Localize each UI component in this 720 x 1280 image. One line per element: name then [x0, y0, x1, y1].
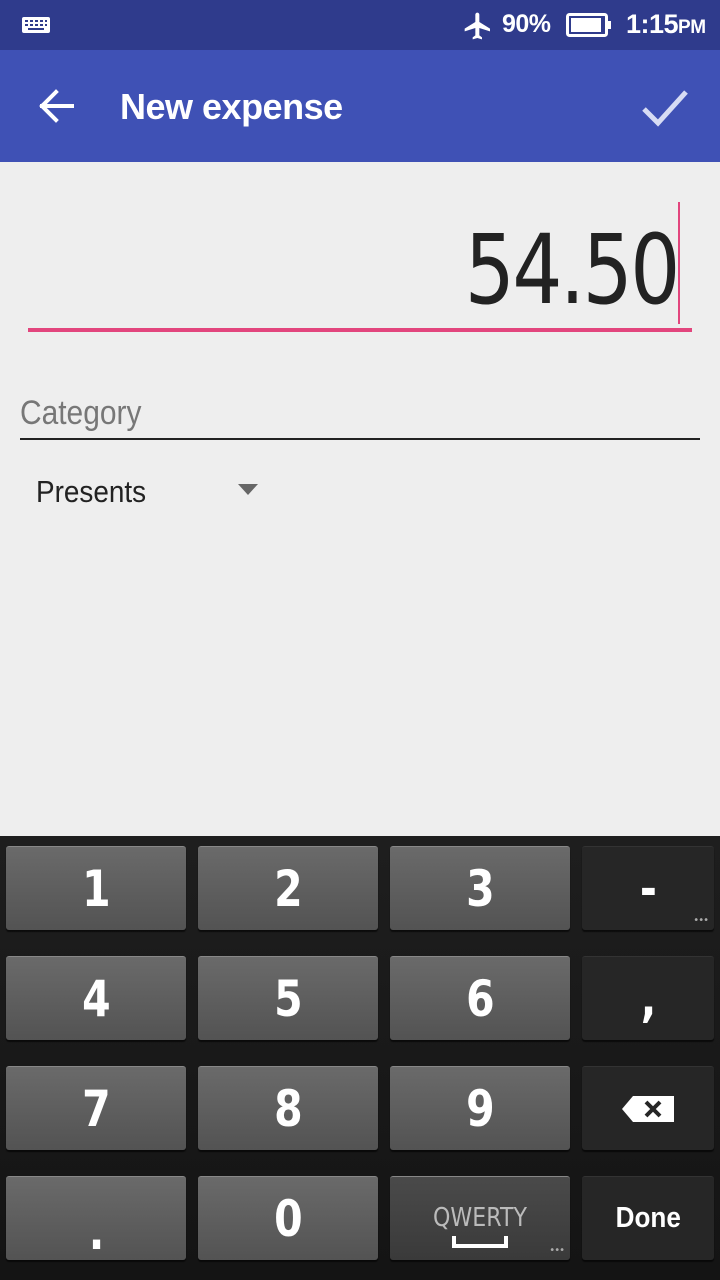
airplane-mode-icon — [464, 12, 490, 40]
key-6[interactable]: 6 — [390, 956, 570, 1040]
key-4[interactable]: 4 — [6, 956, 186, 1040]
key-0[interactable]: 0 — [198, 1176, 378, 1260]
key-9[interactable]: 9 — [390, 1066, 570, 1150]
numeric-keyboard: 1 2 3 - ••• 4 5 6 , 7 8 9 . 0 QWERTY •••… — [0, 836, 720, 1280]
key-dot[interactable]: . — [6, 1176, 186, 1261]
caret-down-icon — [238, 484, 258, 495]
qwerty-label: QWERTY — [433, 1203, 527, 1233]
key-qwerty-switch[interactable]: QWERTY ••• — [390, 1176, 570, 1260]
category-selected-value: Presents — [36, 474, 147, 509]
category-divider — [20, 438, 700, 440]
key-5[interactable]: 5 — [198, 956, 378, 1040]
category-label: Category — [20, 394, 142, 432]
key-1[interactable]: 1 — [6, 846, 186, 930]
key-comma[interactable]: , — [582, 956, 714, 1040]
text-cursor — [678, 202, 680, 324]
battery-icon — [566, 13, 611, 37]
amount-underline — [28, 328, 692, 332]
page-title: New expense — [120, 86, 343, 127]
key-8[interactable]: 8 — [198, 1066, 378, 1150]
key-3[interactable]: 3 — [390, 846, 570, 930]
backspace-icon — [622, 1095, 674, 1122]
battery-percent: 90% — [502, 10, 551, 38]
status-bar: 90% 1:15PM — [0, 0, 720, 50]
keyboard-icon — [22, 17, 50, 33]
more-indicator: ••• — [549, 1245, 565, 1256]
amount-value: 54.50 — [464, 214, 681, 326]
clock: 1:15PM — [626, 9, 706, 39]
category-dropdown[interactable]: Presents — [20, 464, 280, 520]
space-icon — [452, 1236, 508, 1248]
check-icon[interactable] — [634, 78, 694, 138]
key-7[interactable]: 7 — [6, 1066, 186, 1150]
key-2[interactable]: 2 — [198, 846, 378, 930]
key-done[interactable]: Done — [582, 1176, 714, 1260]
arrow-back-icon[interactable] — [30, 80, 82, 132]
key-minus[interactable]: - ••• — [582, 846, 714, 930]
more-indicator: ••• — [693, 915, 709, 926]
amount-input[interactable]: 54.50 — [28, 200, 692, 332]
app-bar: New expense — [0, 50, 720, 162]
key-backspace[interactable] — [582, 1066, 714, 1150]
